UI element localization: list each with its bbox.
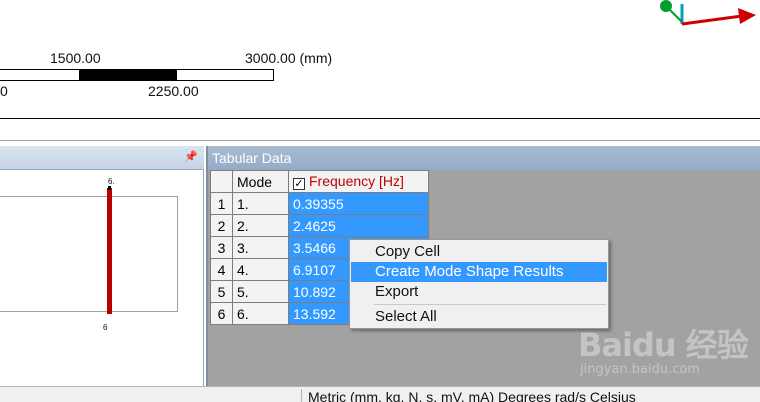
mode-cell[interactable]: 2.: [232, 214, 289, 237]
row-index[interactable]: 5: [210, 280, 233, 303]
watermark-logo: Baidu 经验: [578, 326, 749, 364]
scale-label-0: 0: [0, 83, 8, 99]
corner-cell[interactable]: [210, 170, 233, 193]
scale-label-3000: 3000.00 (mm): [245, 50, 333, 66]
graph-plot-area[interactable]: [0, 196, 178, 312]
context-menu: Copy Cell Create Mode Shape Results Expo…: [349, 239, 609, 329]
graph-panel: 📌: [0, 146, 204, 386]
column-header-mode[interactable]: Mode: [232, 170, 289, 193]
scale-bar-segment: [79, 70, 177, 80]
row-index[interactable]: 2: [210, 214, 233, 237]
row-index[interactable]: 1: [210, 192, 233, 215]
table-header-row: Mode ✓ Frequency [Hz]: [210, 170, 429, 193]
divider: [0, 140, 760, 141]
frequency-cell[interactable]: 2.4625: [288, 214, 429, 237]
frequency-header-label: Frequency [Hz]: [309, 173, 404, 189]
units-status-text[interactable]: Metric (mm, kg, N, s, mV, mA) Degrees ra…: [308, 389, 636, 402]
mode-cell[interactable]: 3.: [232, 236, 289, 259]
mode-cell[interactable]: 1.: [232, 192, 289, 215]
status-bar: Metric (mm, kg, N, s, mV, mA) Degrees ra…: [0, 386, 760, 402]
status-bar-left-pane: [0, 389, 302, 402]
tabular-data-title: Tabular Data: [208, 146, 760, 170]
menu-item-select-all[interactable]: Select All: [351, 307, 607, 327]
row-index[interactable]: 4: [210, 258, 233, 281]
menu-item-export[interactable]: Export: [351, 282, 607, 302]
watermark-url: jingyan.baidu.com: [580, 362, 700, 377]
graph-bar-bottom-label: 6: [103, 323, 108, 332]
frequency-cell[interactable]: 0.39355: [288, 192, 429, 215]
table-row[interactable]: 2 2. 2.4625: [210, 214, 429, 237]
mode-cell[interactable]: 6.: [232, 302, 289, 325]
graphics-viewport[interactable]: 1500.00 3000.00 (mm) 0 2250.00: [0, 0, 760, 118]
graph-bar-top-label: 6.: [108, 177, 115, 186]
checkbox-icon[interactable]: ✓: [293, 178, 305, 190]
mode-cell[interactable]: 5.: [232, 280, 289, 303]
menu-item-copy-cell[interactable]: Copy Cell: [351, 242, 607, 262]
graph-panel-header: 📌: [0, 146, 204, 170]
scale-label-1500: 1500.00: [50, 50, 101, 66]
row-index[interactable]: 3: [210, 236, 233, 259]
graph-bar[interactable]: [107, 188, 112, 314]
divider: [0, 118, 760, 119]
pin-icon[interactable]: 📌: [184, 150, 198, 163]
mode-cell[interactable]: 4.: [232, 258, 289, 281]
menu-separator: [374, 304, 606, 305]
graph-bar-cap: [108, 186, 111, 190]
scale-bar: [0, 69, 274, 81]
column-header-frequency[interactable]: ✓ Frequency [Hz]: [288, 170, 429, 193]
scale-label-2250: 2250.00: [148, 83, 199, 99]
baidu-watermark: Baidu 经验 jingyan.baidu.com: [578, 316, 758, 382]
table-row[interactable]: 1 1. 0.39355: [210, 192, 429, 215]
menu-item-create-mode-shape-results[interactable]: Create Mode Shape Results: [351, 262, 607, 282]
row-index[interactable]: 6: [210, 302, 233, 325]
coordinate-triad-icon: [660, 0, 756, 26]
